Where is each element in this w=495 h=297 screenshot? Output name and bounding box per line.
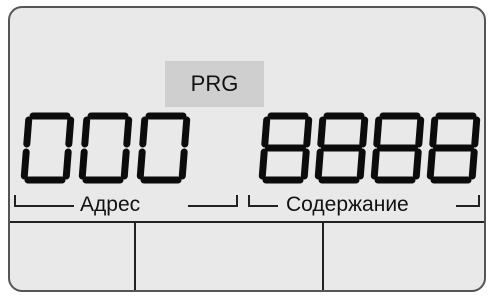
vertical-divider-left [134,221,136,290]
content-digit-0-segment-b [303,116,313,148]
address-digit-0-segment-f [23,116,33,148]
content-digit-1-segment-f [317,116,327,148]
content-digit-3-segment-f [429,116,439,148]
address-digit-2-segment-e [136,148,146,180]
address-digit-2-segment-c [178,148,188,180]
content-digit-1-segment-e [314,148,324,180]
content-bracket-right-line [456,205,480,207]
content-digit-2-segment-b [415,116,425,148]
address-bracket-right-line [188,205,238,207]
horizontal-divider [10,221,484,223]
seven-segment-digits [20,112,481,184]
address-bracket-left-line [14,205,74,207]
content-digit-3-segment-b [471,116,481,148]
address-label: Адрес [80,193,141,217]
address-digit-1-segment-f [81,116,91,148]
address-bracket-right-tick [236,195,238,207]
address-digit-1-segment-c [120,148,130,180]
lcd-display-panel: PRG Адрес Содержание [8,6,486,292]
address-digit-1-segment-b [123,116,133,148]
address-digit-0-segment-b [65,116,75,148]
address-digit-0-segment-e [20,148,30,180]
content-digit-1-segment-b [359,116,369,148]
content-digit-0-segment-f [261,116,271,148]
content-bracket-left-line [248,205,278,207]
address-digit-0-segment-c [62,148,72,180]
content-digit-3-segment-c [468,148,478,180]
address-digit-1-segment-e [78,148,88,180]
address-digit-2-segment-b [181,116,191,148]
content-digit-0-segment-e [258,148,268,180]
vertical-divider-right [322,221,324,290]
content-digit-1-segment-c [356,148,366,180]
address-digit-2-segment-f [139,116,149,148]
content-digit-0-segment-c [300,148,310,180]
address-digit-group [20,112,191,184]
content-digit-2-segment-f [373,116,383,148]
content-digit-2-segment-c [412,148,422,180]
content-digit-3-segment-e [426,148,436,180]
content-digit-2-segment-e [370,148,380,180]
content-digit-group [258,112,481,184]
content-bracket-right-tick [478,195,480,207]
content-label: Содержание [286,193,409,217]
